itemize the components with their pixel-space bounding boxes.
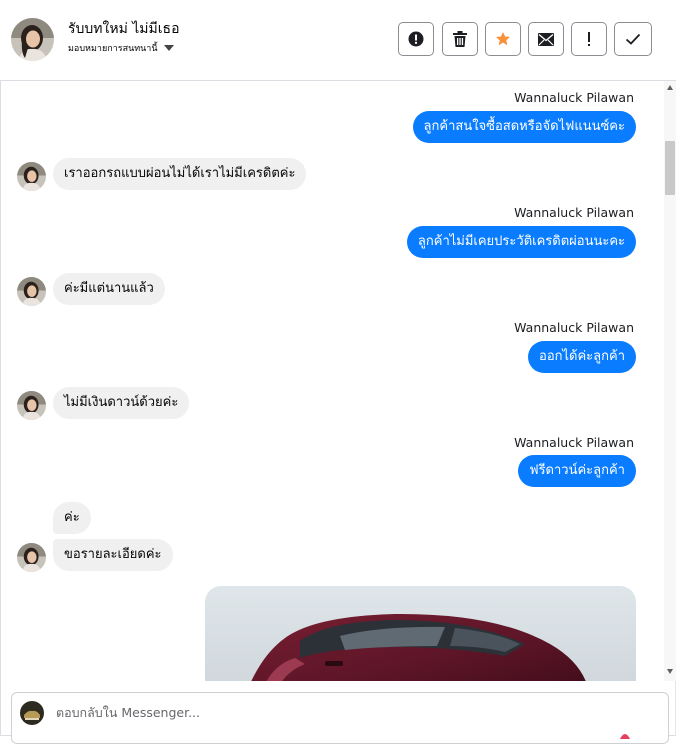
- assign-conversation-label: มอบหมายการสนทนานี้: [68, 44, 158, 54]
- incoming-message[interactable]: ค่ะมีแต่นานแล้ว: [53, 273, 165, 305]
- customer-avatar: [17, 543, 46, 572]
- message-list-scrollbar[interactable]: [664, 81, 676, 681]
- sender-name: Wannaluck Pilawan: [514, 205, 634, 220]
- envelope-icon: [538, 32, 554, 46]
- sender-name: Wannaluck Pilawan: [514, 90, 634, 105]
- car-photo-attachment[interactable]: [205, 586, 636, 681]
- alert-circle-icon: [408, 31, 424, 47]
- assign-conversation-dropdown[interactable]: มอบหมายการสนทนานี้: [68, 41, 174, 55]
- incoming-message[interactable]: ขอรายละเอียดค่ะ: [53, 539, 173, 571]
- conversation-header: รับบทใหม่ ไม่มีเธอ มอบหมายการสนทนานี้: [0, 0, 676, 81]
- incoming-message[interactable]: ค่ะ: [53, 502, 91, 534]
- send-indicator-icon[interactable]: [620, 731, 630, 739]
- caret-down-icon: [163, 45, 174, 51]
- contact-name: รับบทใหม่ ไม่มีเธอ: [68, 21, 180, 37]
- priority-button[interactable]: [571, 22, 607, 56]
- report-button[interactable]: [398, 22, 434, 56]
- sender-name: Wannaluck Pilawan: [514, 320, 634, 335]
- done-button[interactable]: [614, 22, 652, 56]
- check-icon: [625, 33, 641, 45]
- trash-icon: [453, 31, 467, 47]
- star-button[interactable]: [485, 22, 521, 56]
- reply-box: [11, 692, 669, 744]
- customer-avatar: [17, 277, 46, 306]
- delete-button[interactable]: [442, 22, 478, 56]
- customer-avatar: [17, 162, 46, 191]
- outgoing-message[interactable]: ลูกค้าไม่มีเคยประวัติเครดิตผ่อนนะคะ: [406, 226, 636, 258]
- outgoing-message[interactable]: ลูกค้าสนใจซื้อสดหรือจัดไฟแนนซ์คะ: [412, 111, 636, 143]
- incoming-message[interactable]: ไม่มีเงินดาวน์ด้วยค่ะ: [53, 387, 190, 419]
- scroll-down-arrow-icon[interactable]: [667, 669, 673, 674]
- contact-avatar[interactable]: [11, 18, 54, 61]
- incoming-message[interactable]: เราออกรถแบบผ่อนไม่ได้เราไม่มีเครดิตค่ะ: [53, 158, 307, 190]
- outgoing-message[interactable]: ฟรีดาวน์ค่ะลูกค้า: [518, 455, 636, 487]
- sender-name: Wannaluck Pilawan: [514, 435, 634, 450]
- outgoing-message[interactable]: ออกได้ค่ะลูกค้า: [528, 341, 636, 373]
- message-list[interactable]: Wannaluck Pilawan ลูกค้าสนใจซื้อสดหรือจั…: [0, 81, 664, 681]
- scroll-up-arrow-icon[interactable]: [667, 85, 673, 90]
- page-avatar: [20, 701, 44, 725]
- customer-avatar: [17, 391, 46, 420]
- exclamation-icon: [588, 32, 590, 46]
- star-icon: [496, 32, 510, 46]
- mark-unread-button[interactable]: [528, 22, 564, 56]
- scrollbar-thumb[interactable]: [665, 141, 675, 195]
- reply-input[interactable]: [56, 705, 616, 720]
